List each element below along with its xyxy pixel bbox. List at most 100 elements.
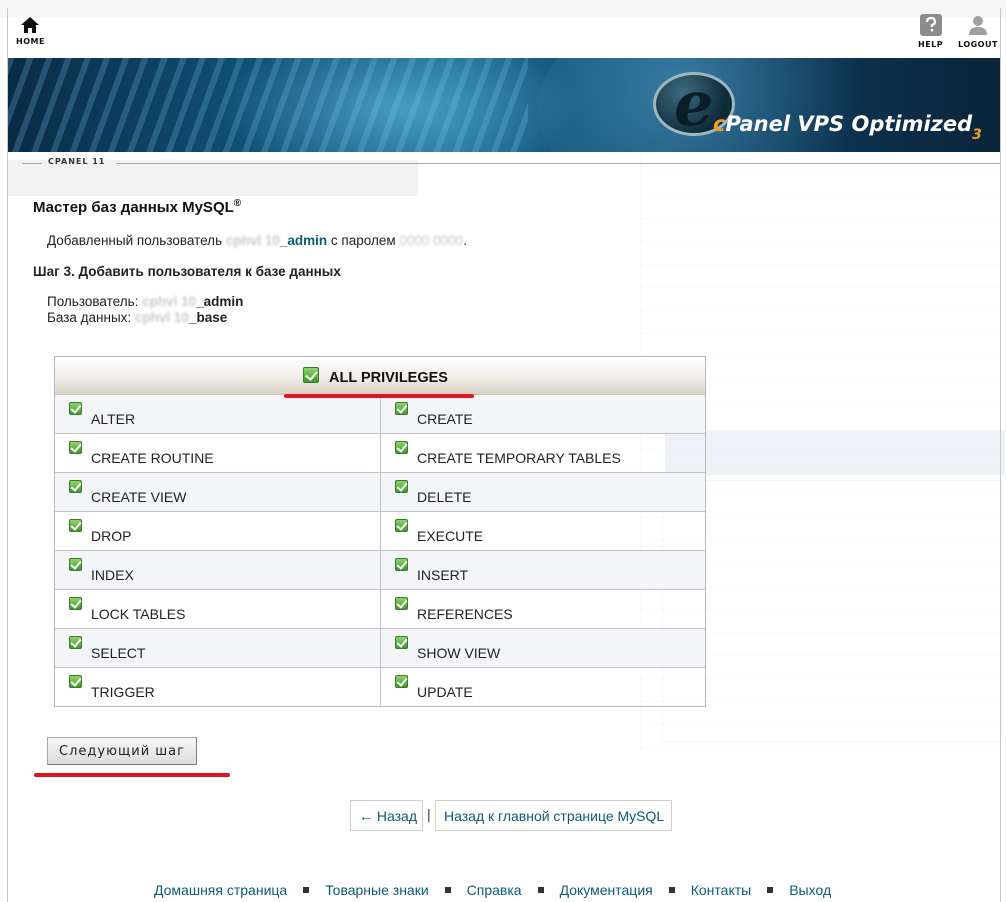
help-label: HELP — [918, 40, 944, 49]
version-label: CPANEL 11 — [48, 157, 106, 166]
privilege-checkbox[interactable] — [69, 480, 82, 493]
db-line: База данных: cphvl 10_base — [47, 310, 228, 325]
privilege-option[interactable]: LOCK TABLES — [55, 590, 375, 629]
footer-link[interactable]: Справка — [467, 882, 522, 898]
back-link[interactable]: ← Назад — [350, 800, 423, 831]
logout-button[interactable]: LOGOUT — [958, 14, 998, 49]
next-step-button[interactable]: Следующий шаг — [47, 737, 197, 765]
step-heading: Шаг 3. Добавить пользователя к базе данн… — [33, 264, 341, 279]
privilege-checkbox[interactable] — [395, 480, 408, 493]
red-underline-annotation — [284, 394, 474, 398]
help-icon — [919, 14, 942, 36]
privilege-option[interactable]: INDEX — [55, 551, 375, 590]
privilege-label: SHOW VIEW — [417, 645, 501, 661]
privilege-checkbox[interactable] — [69, 402, 82, 415]
home-icon — [21, 17, 40, 33]
privilege-label: EXECUTE — [417, 528, 484, 544]
footer-bullet — [537, 886, 544, 893]
footer-bullet — [303, 886, 310, 893]
privilege-row: TRIGGER UPDATE — [55, 668, 705, 707]
privilege-checkbox[interactable] — [395, 636, 408, 649]
footer-link[interactable]: Домашняя страница — [154, 882, 287, 898]
footer-link[interactable]: Выход — [789, 882, 831, 898]
privilege-checkbox[interactable] — [395, 519, 408, 532]
privilege-label: CREATE — [417, 411, 473, 427]
privilege-label: DELETE — [417, 489, 472, 505]
cpanel-brand-text: cPanel VPS Optimized3 — [713, 112, 982, 143]
privilege-label: TRIGGER — [91, 684, 155, 700]
privilege-option[interactable]: SELECT — [55, 629, 375, 668]
privilege-label: INSERT — [417, 567, 469, 583]
privilege-label: CREATE ROUTINE — [91, 450, 214, 466]
privilege-checkbox[interactable] — [69, 636, 82, 649]
privilege-checkbox[interactable] — [395, 402, 408, 415]
mysql-main-link[interactable]: Назад к главной странице MySQL — [435, 800, 672, 831]
privilege-row: CREATE VIEW DELETE — [55, 473, 705, 512]
privileges-table: ALL PRIVILEGES ALTER CREATE CREATE ROUTINE… — [54, 356, 706, 707]
divider — [22, 163, 42, 164]
privilege-row: ALTER CREATE — [55, 395, 705, 434]
user-line: Пользователь: cphvl 10_admin — [47, 294, 244, 309]
privilege-option[interactable]: SHOW VIEW — [381, 629, 701, 668]
user-db-info: Пользователь: cphvl 10_admin База данных… — [47, 294, 243, 326]
help-button[interactable]: HELP — [918, 14, 943, 49]
privilege-option[interactable]: CREATE TEMPORARY TABLES — [381, 434, 701, 473]
banner-glow — [218, 58, 578, 152]
privilege-row: INDEX INSERT — [55, 551, 705, 590]
privilege-checkbox[interactable] — [69, 558, 82, 571]
red-underline-annotation — [34, 773, 230, 777]
version-strip: CPANEL 11 — [8, 152, 1000, 174]
footer-links: Домашняя страница Товарные знаки Справка До… — [154, 882, 831, 898]
privilege-option[interactable]: ALTER — [55, 395, 375, 434]
privilege-checkbox[interactable] — [395, 558, 408, 571]
page-title: Мастер баз данных MySQL® — [33, 198, 242, 216]
privilege-option[interactable]: DELETE — [381, 473, 701, 512]
privilege-row: SELECT SHOW VIEW — [55, 629, 705, 668]
nav-separator: | — [427, 806, 431, 822]
privilege-label: ALTER — [91, 411, 136, 427]
privilege-label: INDEX — [91, 567, 134, 583]
all-privileges-header[interactable]: ALL PRIVILEGES — [55, 357, 705, 395]
footer-bullet — [668, 886, 675, 893]
privilege-label: UPDATE — [417, 684, 473, 700]
privilege-option[interactable]: REFERENCES — [381, 590, 701, 629]
privilege-checkbox[interactable] — [395, 675, 408, 688]
privilege-checkbox[interactable] — [395, 597, 408, 610]
privilege-checkbox[interactable] — [395, 441, 408, 454]
privilege-row: CREATE ROUTINE CREATE TEMPORARY TABLES — [55, 434, 705, 473]
privilege-checkbox[interactable] — [69, 597, 82, 610]
all-privileges-checkbox[interactable] — [303, 367, 319, 383]
cpanel-banner: cPanel VPS Optimized3 — [8, 58, 1000, 152]
privilege-option[interactable]: CREATE — [381, 395, 701, 434]
privilege-option[interactable]: CREATE VIEW — [55, 473, 375, 512]
home-label: HOME — [16, 37, 45, 46]
privilege-checkbox[interactable] — [69, 441, 82, 454]
privilege-row: LOCK TABLES REFERENCES — [55, 590, 705, 629]
privilege-option[interactable]: DROP — [55, 512, 375, 551]
privilege-label: CREATE VIEW — [91, 489, 187, 505]
privilege-option[interactable]: CREATE ROUTINE — [55, 434, 375, 473]
privilege-label: DROP — [91, 528, 132, 544]
home-button[interactable]: HOME — [16, 17, 45, 46]
footer-link[interactable]: Товарные знаки — [325, 882, 428, 898]
all-privileges-label: ALL PRIVILEGES — [329, 370, 448, 386]
user-logout-icon — [968, 16, 987, 35]
privilege-option[interactable]: TRIGGER — [55, 668, 375, 707]
privilege-label: SELECT — [91, 645, 146, 661]
added-user-message: Добавленный пользователь cphvl 10_admin … — [47, 233, 467, 248]
privilege-option[interactable]: INSERT — [381, 551, 701, 590]
privilege-label: LOCK TABLES — [91, 606, 186, 622]
privilege-checkbox[interactable] — [69, 519, 82, 532]
footer-link[interactable]: Контакты — [691, 882, 751, 898]
privilege-label: CREATE TEMPORARY TABLES — [417, 450, 621, 466]
privilege-option[interactable]: EXECUTE — [381, 512, 701, 551]
divider — [116, 163, 1000, 164]
logout-label: LOGOUT — [958, 40, 998, 49]
footer-bullet — [767, 886, 774, 893]
privilege-label: REFERENCES — [417, 606, 513, 622]
footer-link[interactable]: Документация — [560, 882, 653, 898]
privilege-option[interactable]: UPDATE — [381, 668, 701, 707]
top-bar: HOME HELP LOGOUT — [0, 0, 1006, 58]
privilege-checkbox[interactable] — [69, 675, 82, 688]
footer-bullet — [444, 886, 451, 893]
